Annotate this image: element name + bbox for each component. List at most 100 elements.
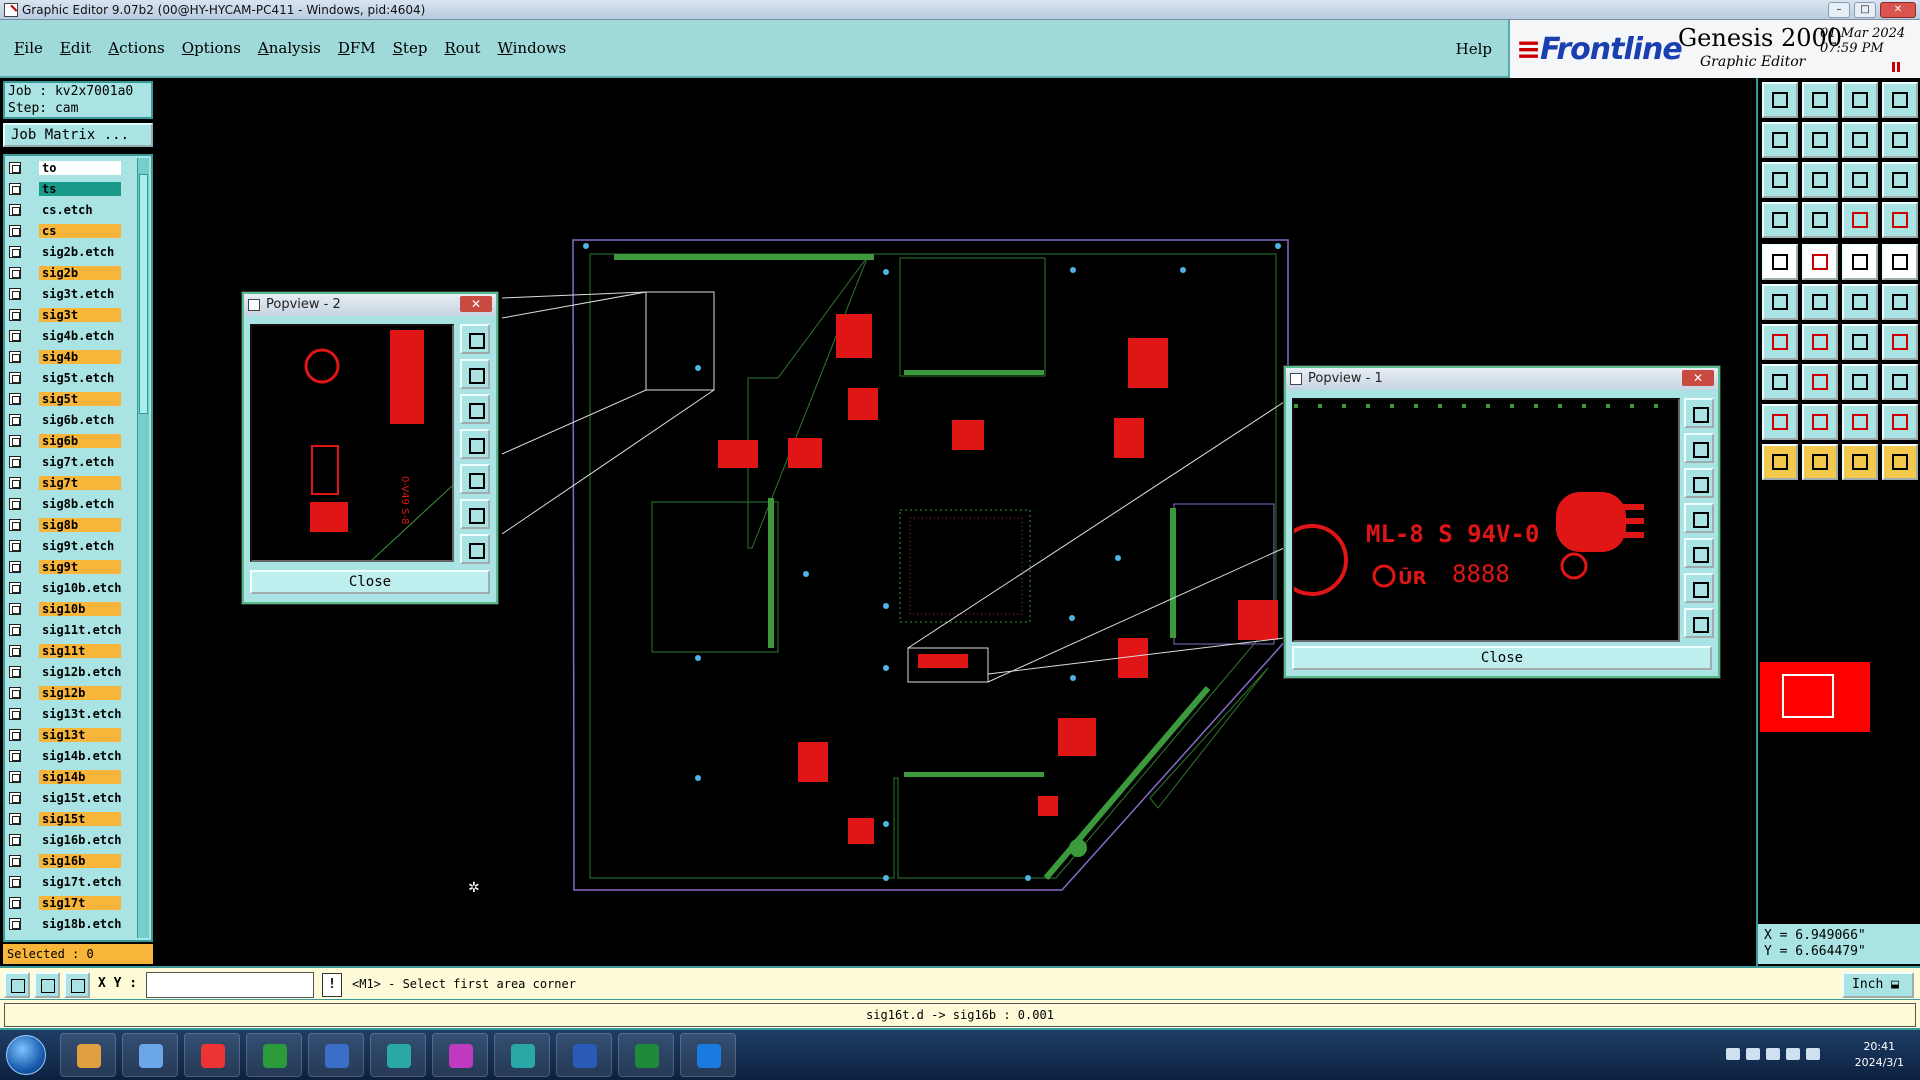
layer-name[interactable]: sig16b.etch bbox=[39, 833, 121, 847]
layer-checkbox[interactable] bbox=[9, 351, 21, 363]
layer-name[interactable]: sig6b bbox=[39, 434, 121, 448]
layer-row[interactable]: sig14b bbox=[9, 769, 129, 785]
menu-file[interactable]: File bbox=[14, 39, 43, 57]
layer-row[interactable]: sig6b.etch bbox=[9, 412, 129, 428]
layer-name[interactable]: sig14b bbox=[39, 770, 121, 784]
layer-name[interactable]: cs bbox=[39, 224, 121, 238]
layer-checkbox[interactable] bbox=[9, 582, 21, 594]
layer-checkbox[interactable] bbox=[9, 393, 21, 405]
popview-1-tool-3[interactable] bbox=[1684, 468, 1714, 498]
tool-select-chain[interactable] bbox=[1882, 444, 1918, 480]
cmd-tool-measure[interactable] bbox=[34, 972, 60, 998]
layer-row[interactable]: sig11t.etch bbox=[9, 622, 129, 638]
layer-checkbox[interactable] bbox=[9, 540, 21, 552]
layer-row[interactable]: sig3t bbox=[9, 307, 129, 323]
start-button[interactable] bbox=[6, 1035, 46, 1075]
layer-name[interactable]: sig5t bbox=[39, 392, 121, 406]
menu-dfm[interactable]: DFM bbox=[338, 39, 376, 57]
layer-checkbox[interactable] bbox=[9, 771, 21, 783]
layer-checkbox[interactable] bbox=[9, 225, 21, 237]
tool-delete[interactable] bbox=[1802, 284, 1838, 320]
layer-name[interactable]: sig18b.etch bbox=[39, 917, 121, 931]
tool-pan-right[interactable] bbox=[1802, 122, 1838, 158]
layer-row[interactable]: ts bbox=[9, 181, 129, 197]
taskbar-app-viewer2[interactable] bbox=[494, 1033, 550, 1077]
popview-1-tool-7[interactable] bbox=[1684, 608, 1714, 638]
layer-checkbox[interactable] bbox=[9, 183, 21, 195]
tool-split[interactable] bbox=[1882, 324, 1918, 360]
tool-rotate[interactable] bbox=[1842, 324, 1878, 360]
popview-1-tool-2[interactable] bbox=[1684, 433, 1714, 463]
layer-name[interactable]: sig9t.etch bbox=[39, 539, 121, 553]
minimize-button[interactable]: – bbox=[1828, 1, 1850, 18]
tool-measure[interactable] bbox=[1882, 202, 1918, 238]
popview-1-tool-5[interactable] bbox=[1684, 538, 1714, 568]
tool-select-net[interactable] bbox=[1842, 444, 1878, 480]
layer-name[interactable]: sig10b.etch bbox=[39, 581, 121, 595]
layer-name[interactable]: to bbox=[39, 161, 121, 175]
layer-row[interactable]: sig15t bbox=[9, 811, 129, 827]
popview-1-close-x[interactable]: ✕ bbox=[1682, 370, 1714, 386]
layer-row[interactable]: sig13t bbox=[9, 727, 129, 743]
tool-zoom-area[interactable] bbox=[1802, 82, 1838, 118]
tray-icon-keyboard[interactable] bbox=[1726, 1048, 1740, 1060]
layer-name[interactable]: sig12b.etch bbox=[39, 665, 121, 679]
popview-2-close-button[interactable]: Close bbox=[250, 570, 490, 594]
layer-name[interactable]: sig3t bbox=[39, 308, 121, 322]
layer-name[interactable]: sig6b.etch bbox=[39, 413, 121, 427]
tray-icon-network[interactable] bbox=[1786, 1048, 1800, 1060]
layer-name[interactable]: sig14b.etch bbox=[39, 749, 121, 763]
popview-2-view[interactable]: 0-V49 S-8 bbox=[250, 324, 454, 562]
tool-grid[interactable] bbox=[1802, 202, 1838, 238]
layer-name[interactable]: sig4b.etch bbox=[39, 329, 121, 343]
tool-triangle-4[interactable] bbox=[1882, 404, 1918, 440]
layer-row[interactable]: sig17t.etch bbox=[9, 874, 129, 890]
popview-2-tool-5[interactable] bbox=[460, 464, 490, 494]
taskbar-app-excel[interactable] bbox=[618, 1033, 674, 1077]
layer-checkbox[interactable] bbox=[9, 288, 21, 300]
tray-icon-help[interactable] bbox=[1746, 1048, 1760, 1060]
taskbar-app-arrow[interactable] bbox=[680, 1033, 736, 1077]
tool-home[interactable] bbox=[1842, 82, 1878, 118]
layer-name[interactable]: sig2b bbox=[39, 266, 121, 280]
layer-row[interactable]: sig5t.etch bbox=[9, 370, 129, 386]
layer-name[interactable]: sig9t bbox=[39, 560, 121, 574]
popview-1-view[interactable]: ML-8 S 94V-0 8888 ŪR bbox=[1276, 398, 1680, 642]
layer-name[interactable]: sig17t.etch bbox=[39, 875, 121, 889]
layer-checkbox[interactable] bbox=[9, 267, 21, 279]
popview-1-tool-1[interactable] bbox=[1684, 398, 1714, 428]
layer-row[interactable]: sig3t.etch bbox=[9, 286, 129, 302]
layer-row[interactable]: sig16b.etch bbox=[9, 832, 129, 848]
layer-checkbox[interactable] bbox=[9, 330, 21, 342]
popview-1-tool-6[interactable] bbox=[1684, 573, 1714, 603]
tool-zoom-home[interactable] bbox=[1762, 82, 1798, 118]
tool-circle[interactable] bbox=[1882, 244, 1918, 280]
popview-2-tool-2[interactable] bbox=[460, 359, 490, 389]
layer-name[interactable]: sig13t.etch bbox=[39, 707, 121, 721]
tool-pan-left[interactable] bbox=[1762, 122, 1798, 158]
layer-row[interactable]: sig17t bbox=[9, 895, 129, 911]
layer-checkbox[interactable] bbox=[9, 246, 21, 258]
cmd-tool-zoom[interactable] bbox=[4, 972, 30, 998]
tool-move-node[interactable] bbox=[1842, 284, 1878, 320]
scrollbar-thumb[interactable] bbox=[139, 174, 148, 414]
layer-row[interactable]: sig6b bbox=[9, 433, 129, 449]
menu-step[interactable]: Step bbox=[393, 39, 428, 57]
layer-name[interactable]: sig4b bbox=[39, 350, 121, 364]
tool-line[interactable] bbox=[1802, 244, 1838, 280]
layer-row[interactable]: sig2b.etch bbox=[9, 244, 129, 260]
layer-checkbox[interactable] bbox=[9, 645, 21, 657]
layer-checkbox[interactable] bbox=[9, 624, 21, 636]
tool-stretch[interactable] bbox=[1842, 364, 1878, 400]
overview-minimap[interactable] bbox=[1760, 662, 1870, 732]
layer-name[interactable]: sig15t.etch bbox=[39, 791, 121, 805]
layer-row[interactable]: sig10b bbox=[9, 601, 129, 617]
layer-row[interactable]: sig13t.etch bbox=[9, 706, 129, 722]
layer-name[interactable]: sig7t.etch bbox=[39, 455, 121, 469]
layer-checkbox[interactable] bbox=[9, 477, 21, 489]
layer-checkbox[interactable] bbox=[9, 666, 21, 678]
layer-row[interactable]: sig14b.etch bbox=[9, 748, 129, 764]
layer-checkbox[interactable] bbox=[9, 708, 21, 720]
layer-checkbox[interactable] bbox=[9, 750, 21, 762]
layer-row[interactable]: sig16b bbox=[9, 853, 129, 869]
